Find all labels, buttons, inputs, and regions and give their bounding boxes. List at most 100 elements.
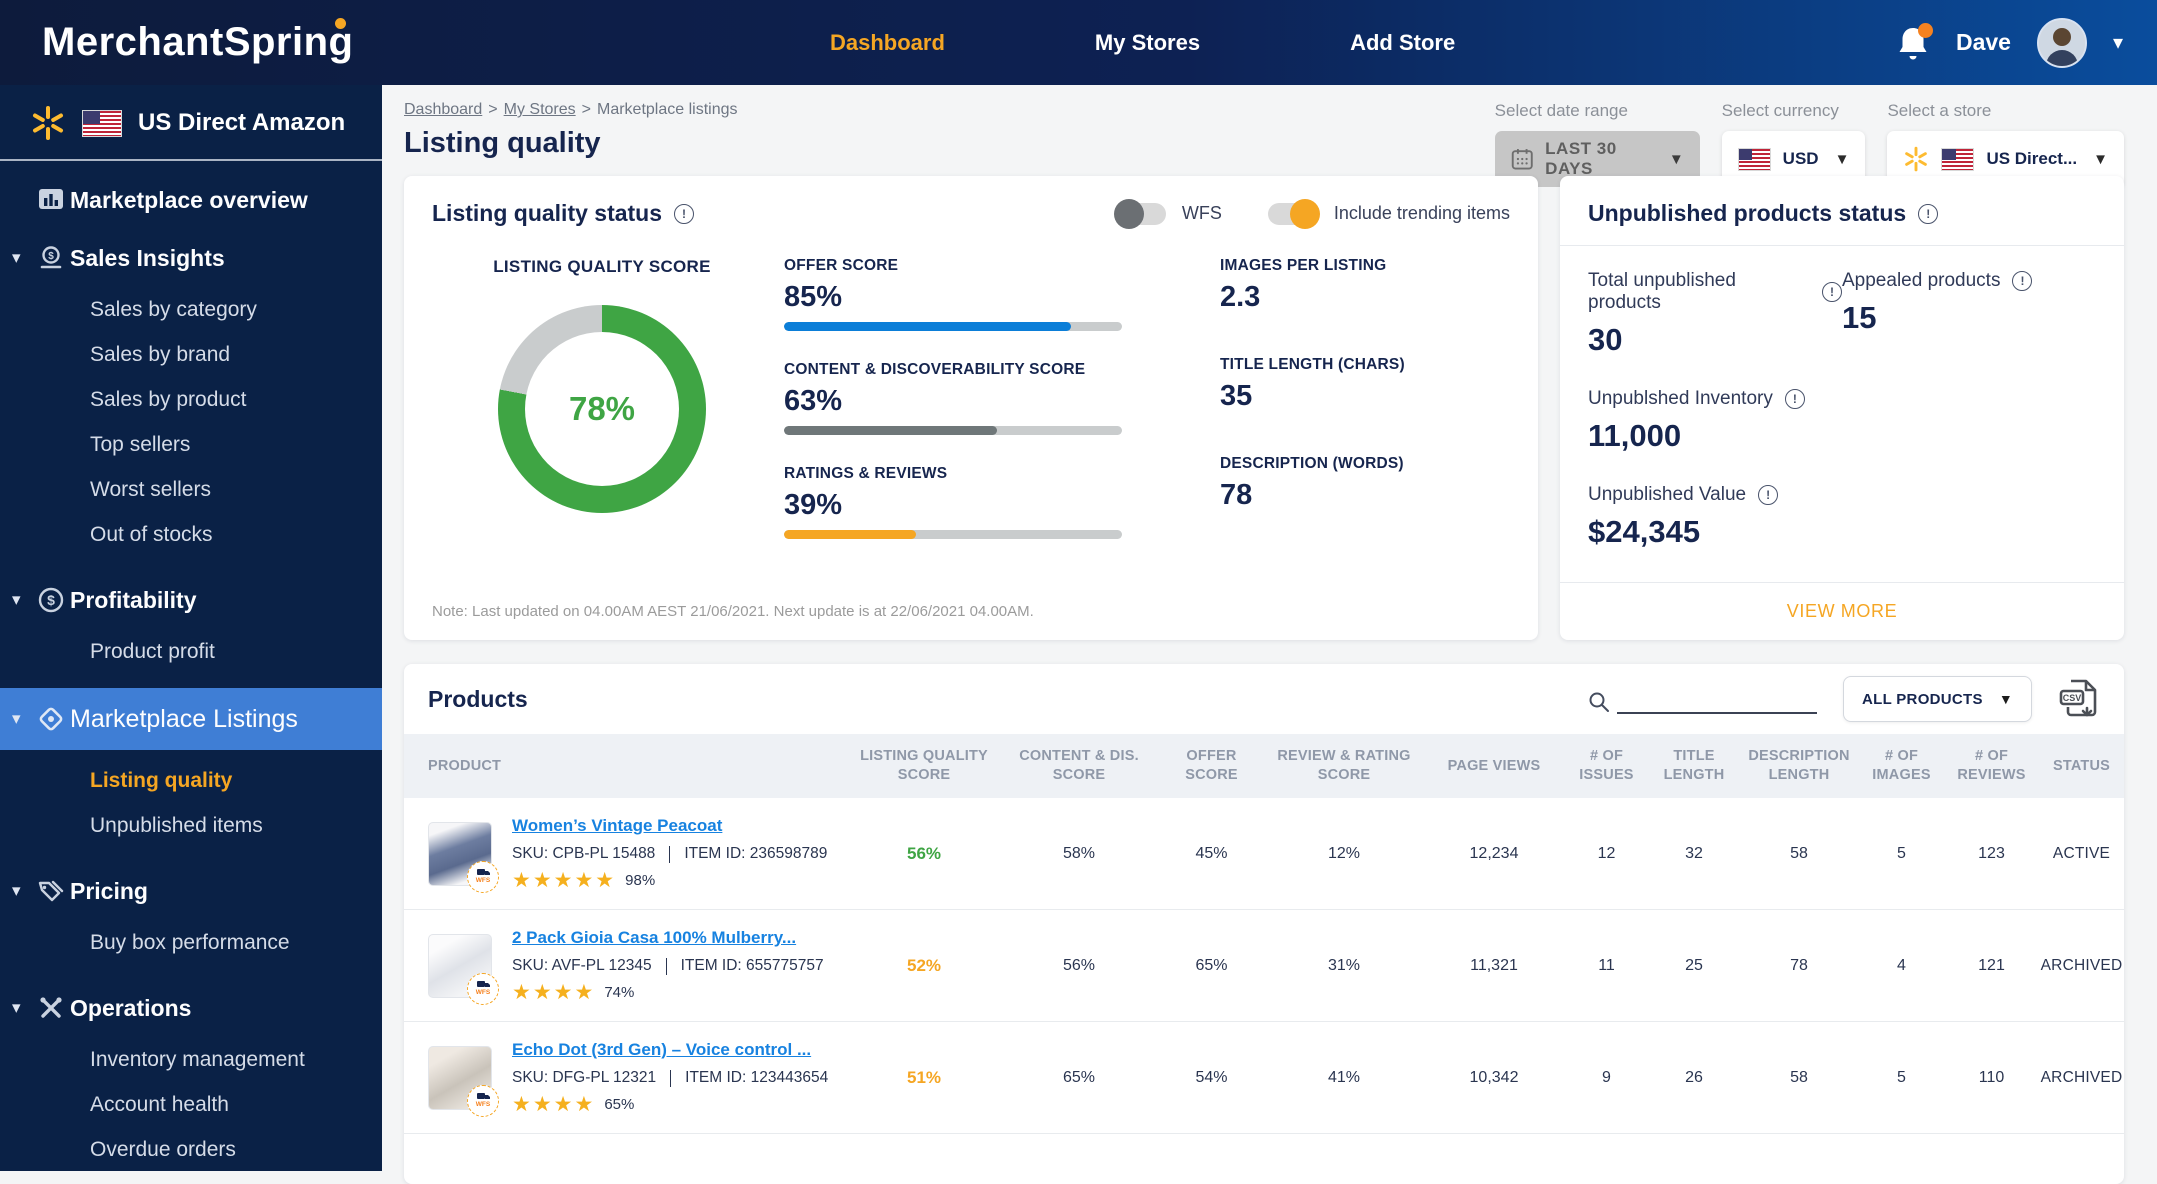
sidebar-item-sales-by-product[interactable]: Sales by product — [0, 377, 382, 422]
merchantspring-logo: MerchantSpring — [42, 18, 354, 64]
price-tags-icon — [36, 879, 66, 903]
listing-quality-score: 52% — [906, 955, 942, 975]
unpublished-products-card: Unpublished products status Total unpubl… — [1560, 176, 2124, 640]
nav-link-add-store[interactable]: Add Store — [1350, 30, 1455, 56]
appealed-products-stat: Appealed products 15 — [1842, 270, 2096, 358]
sidebar-item-overdue-orders[interactable]: Overdue orders — [0, 1127, 382, 1172]
sidebar-item-buy-box-performance[interactable]: Buy box performance — [0, 920, 382, 965]
info-icon[interactable] — [1918, 203, 1939, 224]
wfs-toggle[interactable] — [1113, 198, 1166, 229]
store-control: Select a store US Direct... ▼ — [1887, 101, 2124, 187]
view-more-button[interactable]: VIEW MORE — [1787, 601, 1897, 622]
sidebar-item-marketplace-listings[interactable]: ▾ Marketplace Listings — [0, 688, 382, 750]
offer-score-bar — [784, 322, 1122, 331]
nav-link-my-stores[interactable]: My Stores — [1095, 30, 1200, 56]
user-name: Dave — [1955, 29, 2011, 55]
user-menu-caret-icon[interactable]: ▾ — [2113, 33, 2123, 53]
products-filter-dropdown[interactable]: ALL PRODUCTS ▼ — [1843, 676, 2032, 722]
ratings-score-bar — [784, 530, 1122, 539]
trending-items-toggle[interactable] — [1267, 198, 1320, 229]
status-badge: ARCHIVED — [2040, 956, 2123, 974]
sidebar-item-account-health[interactable]: Account health — [0, 1082, 382, 1127]
notifications-bell-icon[interactable] — [1896, 22, 1933, 61]
sidebar-item-marketplace-overview[interactable]: Marketplace overview — [0, 171, 382, 229]
currency-label: Select currency — [1721, 101, 1839, 120]
info-icon[interactable] — [674, 203, 695, 224]
breadcrumb-my-stores[interactable]: My Stores — [504, 101, 576, 118]
svg-text:$: $ — [48, 251, 54, 262]
listing-quality-score: 56% — [906, 843, 942, 863]
trending-items-toggle-label: Include trending items — [1333, 203, 1510, 223]
date-range-control: Select date range LAST 30 DAYS ▼ — [1494, 101, 1700, 187]
donut-center-value: 78% — [568, 390, 636, 427]
sidebar-item-inventory-management[interactable]: Inventory management — [0, 1037, 382, 1082]
export-csv-button[interactable]: CSV — [2058, 676, 2100, 722]
star-rating-icons: ★★★★ — [512, 1093, 596, 1116]
wfs-fulfillment-badge: WFS — [467, 972, 499, 1005]
nav-link-dashboard[interactable]: Dashboard — [830, 30, 945, 56]
info-icon[interactable] — [2012, 271, 2033, 291]
svg-text:$: $ — [47, 592, 55, 608]
table-header-row: PRODUCT LISTING QUALITY SCORE CONTENT & … — [404, 734, 2124, 798]
listing-quality-card-title: Listing quality status — [432, 200, 695, 227]
donut-chart-label: LISTING QUALITY SCORE — [493, 257, 711, 276]
sidebar-item-pricing[interactable]: ▾ Pricing — [0, 862, 382, 920]
info-icon[interactable] — [1758, 485, 1779, 505]
sidebar-item-listing-quality[interactable]: Listing quality — [0, 758, 382, 803]
product-link[interactable]: 2 Pack Gioia Casa 100% Mulberry... — [512, 928, 796, 948]
sidebar-item-sales-by-category[interactable]: Sales by category — [0, 287, 382, 332]
status-badge: ARCHIVED — [2040, 1068, 2123, 1086]
product-sku: SKU: DFG-PL 12321 ITEM ID: 123443654 — [512, 1069, 829, 1087]
sidebar-item-unpublished-items[interactable]: Unpublished items — [0, 803, 382, 848]
product-link[interactable]: Echo Dot (3rd Gen) – Voice control ... — [512, 1040, 811, 1060]
table-row: WFS Echo Dot (3rd Gen) – Voice control .… — [404, 1022, 2124, 1134]
chevron-down-icon: ▼ — [1998, 691, 2013, 707]
currency-control: Select currency USD ▼ — [1721, 101, 1866, 187]
wfs-fulfillment-badge: WFS — [467, 860, 499, 893]
search-icon — [1589, 692, 1609, 712]
sidebar-item-sales-insights[interactable]: ▾ $ Sales Insights — [0, 229, 382, 287]
last-updated-note: Note: Last updated on 04.00AM AEST 21/06… — [432, 603, 1034, 620]
listings-compass-icon — [36, 705, 66, 733]
sidebar-store-header[interactable]: US Direct Amazon — [0, 85, 382, 159]
wfs-fulfillment-badge: WFS — [467, 1084, 499, 1117]
sidebar-item-product-profit[interactable]: Product profit — [0, 629, 382, 674]
dollar-circle-icon: $ — [36, 587, 66, 613]
star-rating-icons: ★★★★★ — [512, 869, 617, 892]
user-avatar[interactable] — [2036, 17, 2087, 68]
products-search-input[interactable] — [1617, 684, 1817, 714]
product-thumbnail: WFS — [428, 933, 499, 1005]
breadcrumb-current: Marketplace listings — [596, 101, 738, 118]
sidebar-item-out-of-stocks[interactable]: Out of stocks — [0, 512, 382, 557]
chevron-down-icon: ▼ — [1834, 150, 1850, 168]
total-unpublished-stat: Total unpublished products 30 — [1588, 270, 1842, 358]
svg-text:CSV: CSV — [2063, 693, 2082, 703]
breadcrumb-dashboard[interactable]: Dashboard — [404, 101, 482, 118]
table-row: WFS Women’s Vintage Peacoat SKU: CPB-PL … — [404, 798, 2124, 910]
content-discoverability-metric: CONTENT & DISCOVERABILITY SCORE 63% — [784, 361, 1172, 435]
info-icon[interactable] — [1784, 389, 1805, 409]
notification-badge — [1917, 22, 1933, 38]
sidebar-item-operations[interactable]: ▾ Operations — [0, 979, 382, 1037]
product-link[interactable]: Women’s Vintage Peacoat — [512, 816, 722, 836]
unpublished-value-stat: Unpublished Value $24,345 — [1588, 484, 1842, 550]
product-sku: SKU: AVF-PL 12345 ITEM ID: 655775757 — [512, 957, 824, 975]
search-box — [1587, 684, 1817, 714]
sidebar-item-sales-by-brand[interactable]: Sales by brand — [0, 332, 382, 377]
ratings-reviews-metric: RATINGS & REVIEWS 39% — [784, 465, 1172, 539]
product-rating: ★★★★★ 98% — [512, 869, 656, 892]
chevron-down-icon: ▾ — [12, 248, 21, 267]
logo-orange-dot — [335, 18, 346, 29]
us-flag-icon — [1941, 147, 1975, 171]
products-card: Products ALL PRODUCTS ▼ CSV PRODUCT LIST… — [404, 664, 2124, 1184]
product-sku: SKU: CPB-PL 15488 ITEM ID: 236598789 — [512, 845, 828, 863]
sidebar-item-profitability[interactable]: ▾ $ Profitability — [0, 571, 382, 629]
sidebar-item-worst-sellers[interactable]: Worst sellers — [0, 467, 382, 512]
wfs-toggle-label: WFS — [1181, 203, 1222, 223]
main-content: Dashboard > My Stores > Marketplace listings… — [382, 85, 2157, 1184]
info-icon[interactable] — [1822, 282, 1842, 302]
images-per-listing-stat: IMAGES PER LISTING 2.3 — [1220, 257, 1387, 313]
chevron-down-icon: ▾ — [12, 881, 21, 900]
chevron-down-icon: ▼ — [2093, 150, 2108, 168]
sidebar-item-top-sellers[interactable]: Top sellers — [0, 422, 382, 467]
